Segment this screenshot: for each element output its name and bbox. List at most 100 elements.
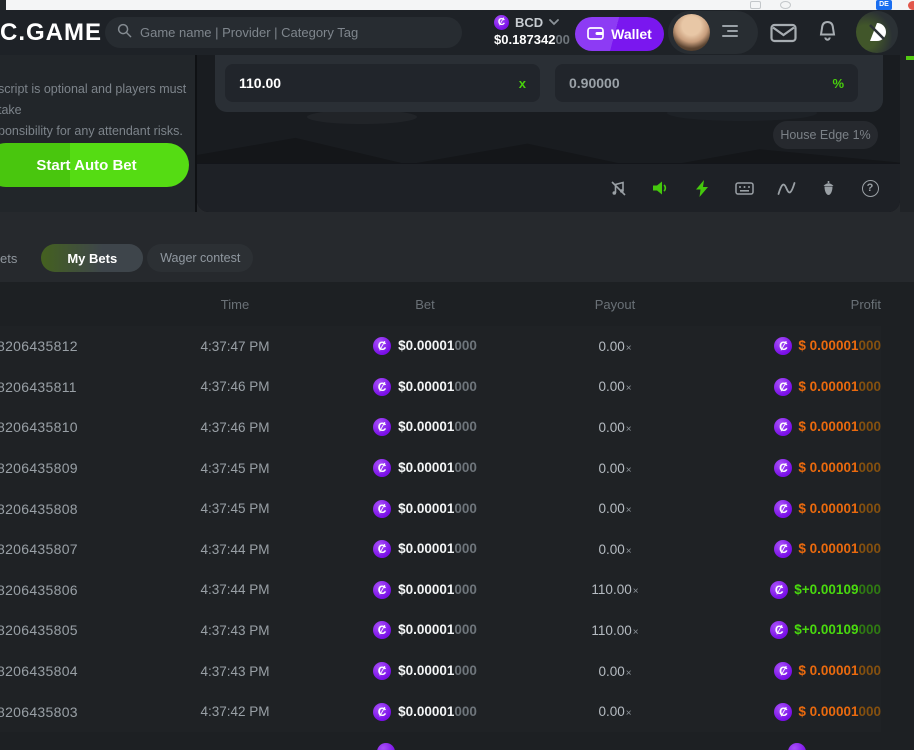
multiplier-symbol: × <box>633 586 639 597</box>
notifications-bell-icon[interactable] <box>817 20 838 49</box>
bet-row[interactable]: 8206435804 4:37:43 PM Ȼ $0.00001000 0.00… <box>0 651 881 692</box>
bet-amount: $0.00001000 <box>398 662 477 680</box>
multiplier-symbol: × <box>626 546 632 557</box>
win-chance-field[interactable]: % <box>555 64 858 102</box>
bet-time: 4:37:43 PM <box>150 664 320 679</box>
wallet-button[interactable]: Wallet <box>575 17 664 51</box>
bet-amount: $0.00001000 <box>398 459 477 477</box>
bet-amount-cell: Ȼ $0.00001000 <box>320 337 530 355</box>
user-menu[interactable] <box>668 11 758 54</box>
sound-on-icon[interactable] <box>650 178 670 198</box>
bet-row[interactable]: 8206435806 4:37:44 PM Ȼ $0.00001000 110.… <box>0 570 881 611</box>
bet-id: 8206435805 <box>0 622 150 638</box>
extension-de-badge[interactable]: DE <box>876 0 892 10</box>
bet-profit-cell: Ȼ $ 0.00001000 <box>700 500 881 518</box>
help-icon[interactable]: ? <box>860 178 880 198</box>
bet-id: 8206435804 <box>0 663 150 679</box>
header-time: Time <box>150 297 320 312</box>
music-off-icon[interactable] <box>608 178 628 198</box>
bcd-coin-icon: Ȼ <box>373 662 391 680</box>
currency-code: BCD <box>515 15 543 30</box>
game-search[interactable] <box>105 17 462 48</box>
bet-time: 4:37:43 PM <box>150 623 320 638</box>
bcd-coin-icon: Ȼ <box>770 581 788 599</box>
bcd-coin-icon: Ȼ <box>770 621 788 639</box>
seed-icon[interactable] <box>818 178 838 198</box>
tab-all-bets-partial[interactable]: ets <box>0 251 17 266</box>
my-bets-table: Time Bet Payout Profit 8206435812 4:37:4… <box>0 282 914 750</box>
win-chance-input[interactable] <box>569 75 832 91</box>
bet-id: 8206435807 <box>0 541 150 557</box>
bet-id: 8206435803 <box>0 704 150 720</box>
payout-multiplier-field[interactable]: x <box>225 64 540 102</box>
bcd-coin-icon: Ȼ <box>494 15 509 30</box>
turbo-bolt-icon[interactable] <box>692 178 712 198</box>
bet-time: 4:37:44 PM <box>150 582 320 597</box>
autobet-sidebar: script is optional and players must take… <box>0 55 195 212</box>
multiplier-symbol: × <box>626 465 632 476</box>
bet-row[interactable]: 8206435803 4:37:42 PM Ȼ $0.00001000 0.00… <box>0 691 881 732</box>
bet-payout: 0.00× <box>530 664 700 679</box>
header-payout: Payout <box>530 297 700 312</box>
messenger-icon[interactable] <box>856 11 898 53</box>
chevron-down-icon <box>549 13 559 31</box>
bet-profit: $ 0.00001000 <box>798 540 881 558</box>
bcd-coin-icon: Ȼ <box>774 540 792 558</box>
bet-row[interactable]: 8206435807 4:37:44 PM Ȼ $0.00001000 0.00… <box>0 529 881 570</box>
bet-time: 4:37:46 PM <box>150 420 320 435</box>
payout-multiplier-input[interactable] <box>239 75 519 91</box>
tab-wager-contest[interactable]: Wager contest <box>147 244 253 272</box>
bet-row[interactable]: 8206435809 4:37:45 PM Ȼ $0.00001000 0.00… <box>0 448 881 489</box>
multiplier-symbol: × <box>626 424 632 435</box>
multiplier-symbol: × <box>626 708 632 719</box>
bet-time: 4:37:47 PM <box>150 339 320 354</box>
user-menu-icon <box>722 25 738 40</box>
bet-profit: $ 0.00001000 <box>798 337 881 355</box>
bcd-coin-icon: Ȼ <box>774 500 792 518</box>
bet-profit-cell: Ȼ $+0.00109000 <box>700 581 881 599</box>
live-stats-icon[interactable] <box>776 178 796 198</box>
bcd-coin-icon: Ȼ <box>373 540 391 558</box>
bet-amount: $0.00001000 <box>398 378 477 396</box>
bet-amount: $0.00001000 <box>398 540 477 558</box>
hotkeys-keyboard-icon[interactable] <box>734 178 754 198</box>
bet-amount-cell: Ȼ $0.00001000 <box>320 662 530 680</box>
bet-row[interactable]: 8206435810 4:37:46 PM Ȼ $0.00001000 0.00… <box>0 407 881 448</box>
table-header: Time Bet Payout Profit <box>0 282 881 326</box>
bet-payout: 0.00× <box>530 339 700 354</box>
browser-chrome-strip: DE <box>0 0 914 10</box>
green-graphic-sliver <box>906 56 914 60</box>
bet-payout: 0.00× <box>530 420 700 435</box>
bet-payout: 0.00× <box>530 704 700 719</box>
bet-payout: 0.00× <box>530 542 700 557</box>
avatar[interactable] <box>673 14 710 51</box>
wallet-label: Wallet <box>611 26 652 42</box>
bet-row[interactable]: 8206435805 4:37:43 PM Ȼ $0.00001000 110.… <box>0 610 881 651</box>
bet-row[interactable]: 8206435808 4:37:45 PM Ȼ $0.00001000 0.00… <box>0 488 881 529</box>
bet-row[interactable]: 8206435811 4:37:46 PM Ȼ $0.00001000 0.00… <box>0 367 881 408</box>
bcd-coin-icon: Ȼ <box>373 459 391 477</box>
bet-profit-cell: Ȼ $ 0.00001000 <box>700 378 881 396</box>
start-auto-bet-button[interactable]: Start Auto Bet <box>0 143 189 187</box>
game-terrain-highlight <box>307 110 417 124</box>
browser-extension-icon[interactable] <box>750 1 761 9</box>
mail-icon[interactable] <box>770 22 797 48</box>
bets-tabs: ets My Bets Wager contest <box>0 244 253 272</box>
bcd-coin-icon: Ȼ <box>373 621 391 639</box>
browser-profile-icon[interactable] <box>780 1 791 9</box>
multiplier-symbol: × <box>626 343 632 354</box>
search-input[interactable] <box>140 25 450 40</box>
bet-amount-cell: Ȼ $0.00001000 <box>320 418 530 436</box>
bet-row[interactable]: 8206435812 4:37:47 PM Ȼ $0.00001000 0.00… <box>0 326 881 367</box>
bet-id: 8206435808 <box>0 501 150 517</box>
bet-profit-cell: Ȼ $ 0.00001000 <box>700 662 881 680</box>
site-logo[interactable]: C.GAME <box>0 19 102 47</box>
bet-amount-cell: Ȼ $0.00001000 <box>320 500 530 518</box>
bc-game-screen: DE C.GAME Ȼ BCD $0.18734200 W <box>0 0 914 750</box>
tab-my-bets[interactable]: My Bets <box>41 244 143 272</box>
bet-amount-cell: Ȼ $0.00001000 <box>320 540 530 558</box>
bet-id: 8206435809 <box>0 460 150 476</box>
bets-rows: 8206435812 4:37:47 PM Ȼ $0.00001000 0.00… <box>0 326 881 732</box>
bcd-coin-icon: Ȼ <box>774 662 792 680</box>
multiplier-symbol: × <box>633 627 639 638</box>
